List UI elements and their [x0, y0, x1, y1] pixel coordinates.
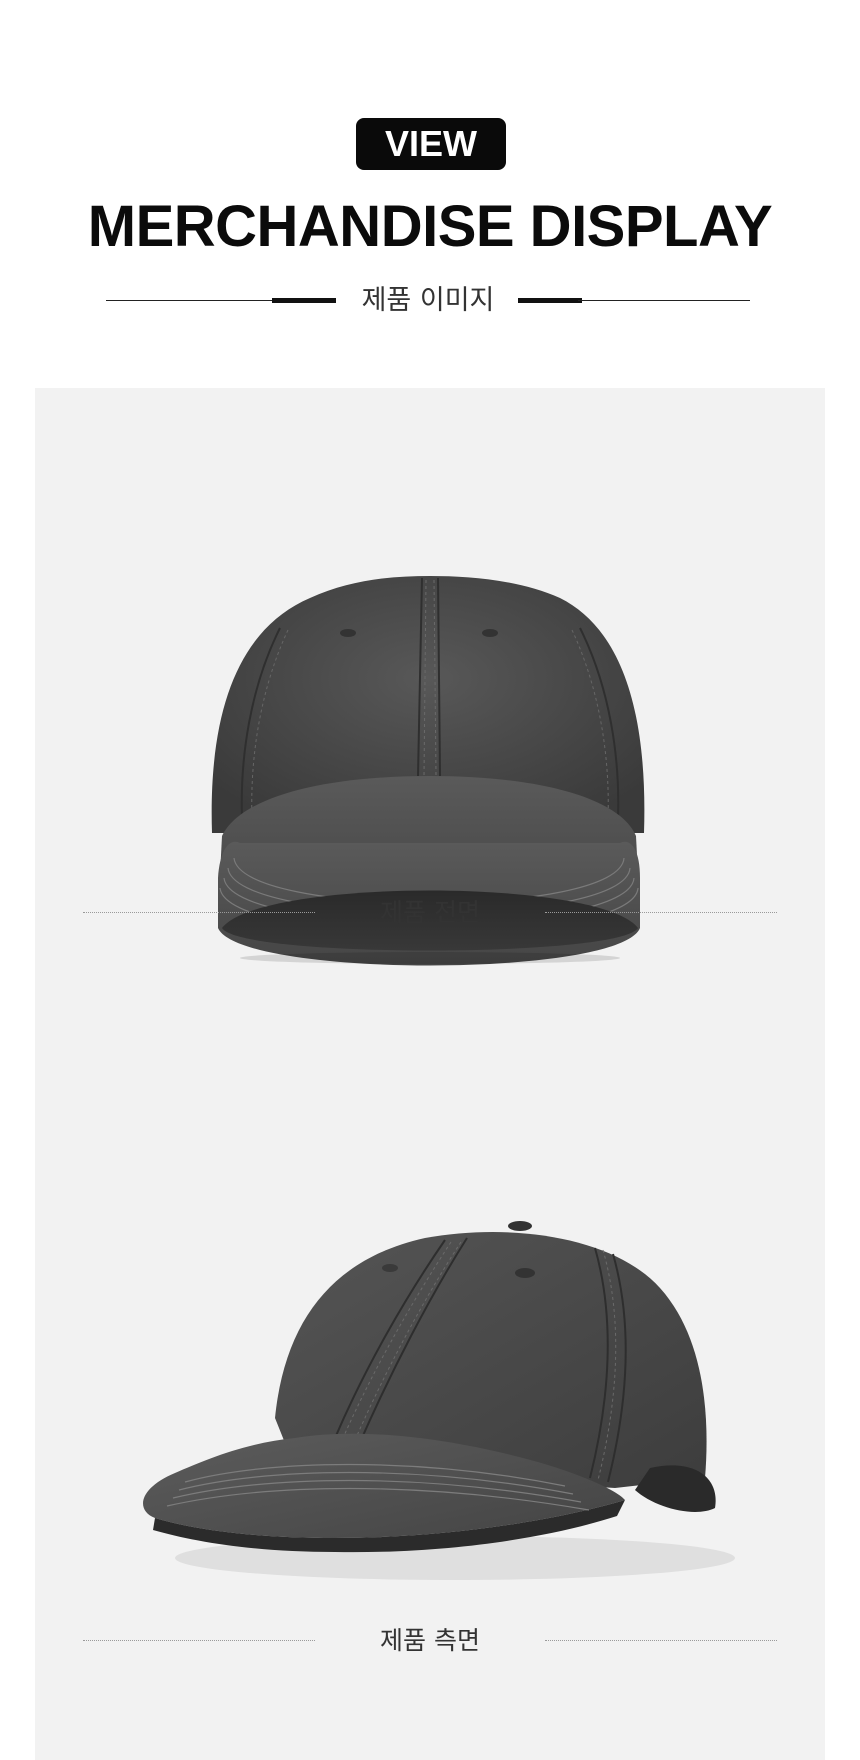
caption-dotted-line-right: [545, 912, 777, 913]
divider-line-right: [578, 300, 750, 302]
subtitle-row: 제품 이미지: [106, 285, 750, 317]
caption-row-front: 제품 전면: [83, 896, 777, 930]
view-badge: VIEW: [356, 118, 506, 170]
caption-dotted-line-right: [545, 1640, 777, 1641]
section-header: VIEW MERCHANDISE DISPLAY 제품 이미지: [0, 0, 860, 390]
divider-bar-left: [272, 298, 336, 303]
caption-dotted-line-left: [83, 1640, 315, 1641]
baseball-cap-side-image: [143, 1221, 735, 1580]
divider-bar-right: [518, 298, 582, 303]
divider-line-left: [106, 300, 276, 302]
product-gallery-panel: 제품 전면 제품 측면: [35, 388, 825, 1760]
caption-front-view: 제품 전면: [380, 898, 480, 927]
page-title: MERCHANDISE DISPLAY: [87, 194, 773, 259]
caption-side-view: 제품 측면: [380, 1626, 480, 1655]
caption-row-side: 제품 측면: [83, 1624, 777, 1658]
caption-dotted-line-left: [83, 912, 315, 913]
section-subtitle: 제품 이미지: [361, 285, 495, 316]
